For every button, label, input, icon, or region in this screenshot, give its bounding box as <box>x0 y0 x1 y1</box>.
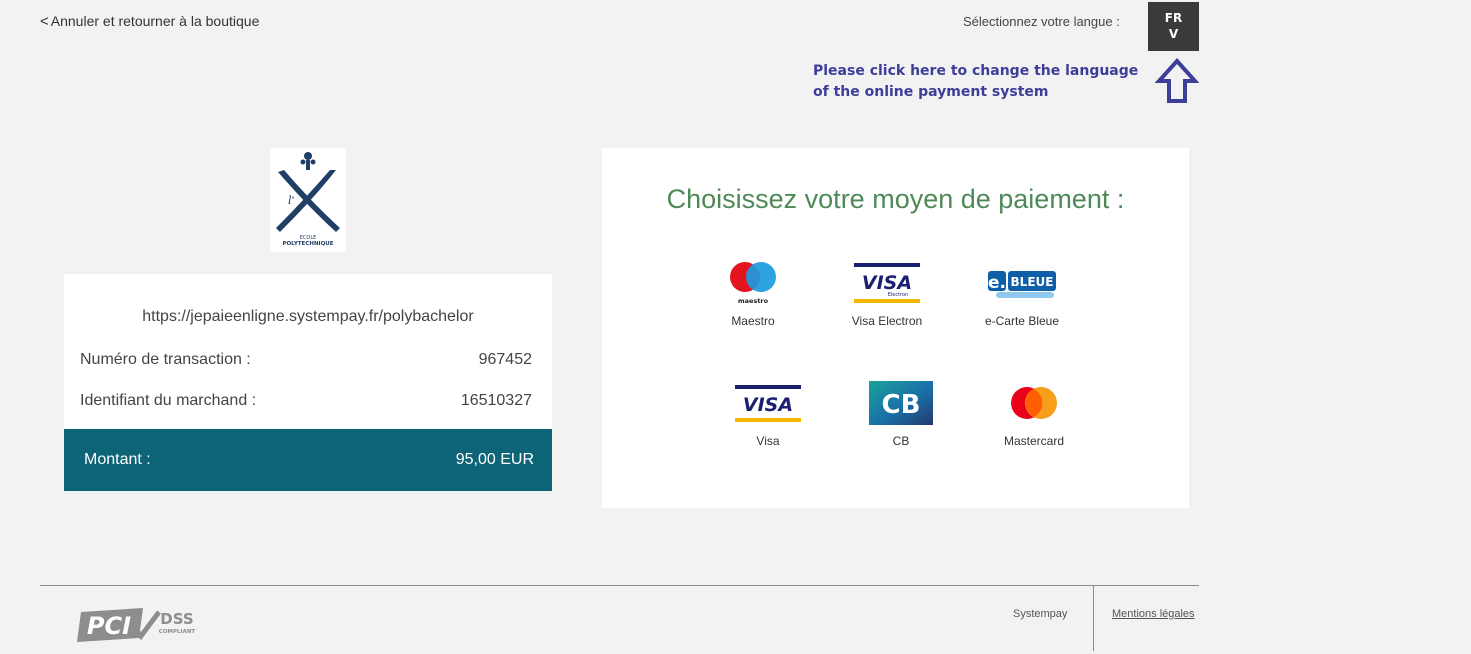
pci-dss-text: DSS <box>160 610 193 628</box>
merchant-url: https://jepaieenligne.systempay.fr/polyb… <box>142 308 474 325</box>
maestro-icon: maestro <box>730 262 776 305</box>
legal-notice-link[interactable]: Mentions légales <box>1112 608 1195 620</box>
e-carte-bleue-logo-subtext: BLEUE <box>1011 275 1054 289</box>
chevron-down-icon: V <box>1168 27 1179 41</box>
svg-text:l': l' <box>288 194 295 207</box>
merchant-logo: l' ECOLE POLYTECHNIQUE <box>270 148 346 252</box>
mastercard-icon <box>1011 387 1057 419</box>
merchant-id-label: Identifiant du marchand : <box>80 392 257 409</box>
language-hint: Please click here to change the language… <box>813 61 1138 103</box>
cb-icon: CB <box>869 381 933 425</box>
logo-text-polytechnique: POLYTECHNIQUE <box>282 241 333 247</box>
amount-bar: Montant : 95,00 EUR <box>64 429 552 491</box>
pci-logo-text: PCI <box>87 612 131 640</box>
language-hint-line1: Please click here to change the language <box>813 63 1139 79</box>
visa-electron-logo-text: VISA <box>862 272 912 294</box>
merchant-id-row: Identifiant du marchand : 16510327 <box>80 392 532 410</box>
pci-compliant-text: COMPLIANT <box>159 629 196 635</box>
payment-title: Choisissez votre moyen de paiement : <box>666 184 1125 214</box>
method-label: Maestro <box>731 314 775 328</box>
method-label: Visa Electron <box>851 314 923 328</box>
method-e-carte-bleue[interactable]: e. BLEUE e-Carte Bleue <box>952 258 1092 328</box>
method-maestro[interactable]: maestro Maestro <box>683 258 823 328</box>
pci-dss-compliant-icon: PCI DSS COMPLIANT <box>77 608 196 642</box>
maestro-logo-text: maestro <box>738 297 769 305</box>
method-label: Visa <box>756 434 780 448</box>
footer-systempay: Systempay <box>1013 608 1068 620</box>
language-code: FR <box>1164 11 1183 25</box>
e-carte-bleue-logo-text: e. <box>988 273 1006 293</box>
method-label: CB <box>892 434 910 448</box>
visa-electron-icon: VISA Electron <box>854 263 920 303</box>
method-visa[interactable]: VISA Visa <box>698 378 838 448</box>
visa-electron-logo-subtext: Electron <box>888 292 909 298</box>
visa-logo-text: VISA <box>743 394 793 416</box>
language-selector-button[interactable]: FR V <box>1148 2 1199 51</box>
ecole-polytechnique-logo-icon: l' ECOLE POLYTECHNIQUE <box>276 152 340 247</box>
amount-value: 95,00 EUR <box>455 451 534 468</box>
language-hint-line2: of the online payment system <box>813 84 1049 100</box>
method-cb[interactable]: CB CB <box>831 378 971 448</box>
arrow-up-icon <box>1155 58 1199 103</box>
method-mastercard[interactable]: Mastercard <box>964 378 1104 448</box>
method-label: Mastercard <box>1003 434 1065 448</box>
visa-icon: VISA <box>735 385 801 422</box>
amount-label: Montant : <box>84 451 151 468</box>
cb-logo-text: CB <box>882 390 921 420</box>
e-carte-bleue-icon: e. BLEUE <box>988 271 1056 298</box>
footer-separator <box>1093 586 1094 651</box>
method-label: e-Carte Bleue <box>984 314 1060 328</box>
merchant-id-value: 16510327 <box>460 392 532 409</box>
transaction-number-label: Numéro de transaction : <box>80 351 251 368</box>
transaction-number-row: Numéro de transaction : 967452 <box>80 351 532 369</box>
payment-methods-card: Choisissez votre moyen de paiement : mae… <box>602 148 1189 508</box>
chevron-left-icon: < <box>40 13 49 30</box>
back-link-label: Annuler et retourner à la boutique <box>50 13 260 29</box>
footer-divider <box>40 585 1199 586</box>
transaction-info-card: https://jepaieenligne.systempay.fr/polyb… <box>64 274 552 491</box>
language-label: Sélectionnez votre langue : <box>963 14 1120 29</box>
method-visa-electron[interactable]: VISA Electron Visa Electron <box>817 258 957 328</box>
transaction-number-value: 967452 <box>478 351 532 368</box>
back-to-shop-link[interactable]: < Annuler et retourner à la boutique <box>40 13 259 30</box>
